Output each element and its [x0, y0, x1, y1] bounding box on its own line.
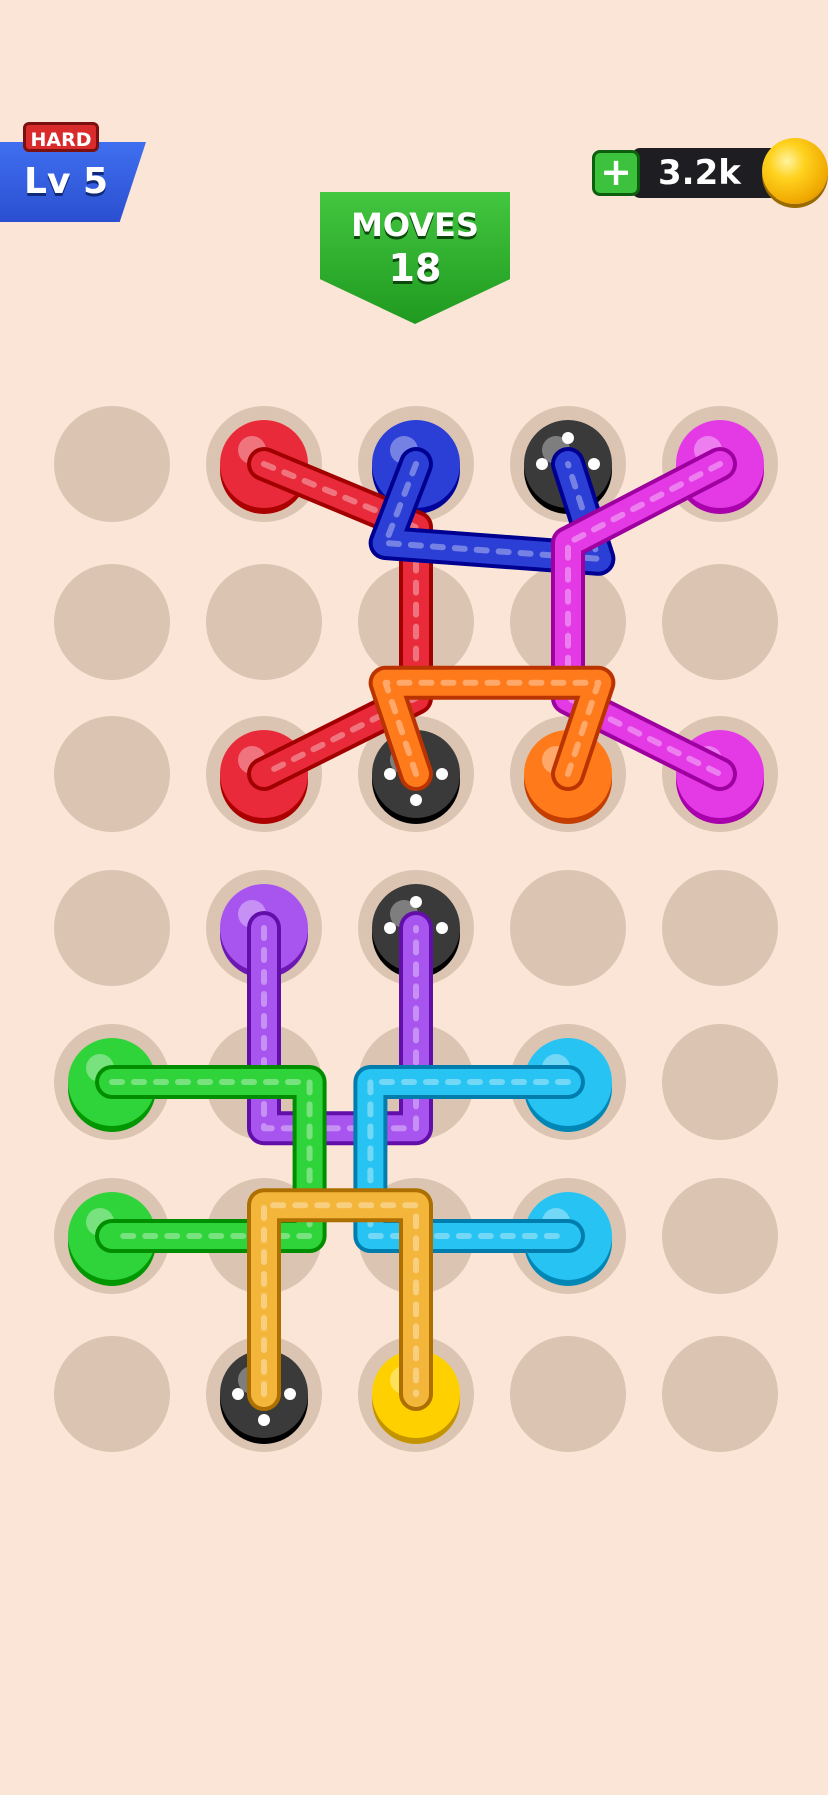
screw-dot	[436, 768, 448, 780]
board-hole[interactable]	[662, 1336, 778, 1452]
board-hole[interactable]	[54, 870, 170, 986]
board-hole[interactable]	[662, 1178, 778, 1294]
board-hole[interactable]	[662, 564, 778, 680]
game-board	[54, 406, 778, 1452]
screw-dot	[258, 1414, 270, 1426]
screw-dot	[384, 922, 396, 934]
screw-dot	[536, 458, 548, 470]
board-hole[interactable]	[662, 870, 778, 986]
difficulty-badge: HARD	[23, 122, 99, 152]
board-hole[interactable]	[510, 1336, 626, 1452]
screw-dot	[384, 768, 396, 780]
board-hole[interactable]	[54, 564, 170, 680]
board-hole[interactable]	[54, 406, 170, 522]
screw-dot	[284, 1388, 296, 1400]
screw-dot	[436, 922, 448, 934]
board-hole[interactable]	[54, 1336, 170, 1452]
screw-dot	[562, 432, 574, 444]
board-hole[interactable]	[54, 716, 170, 832]
board-hole[interactable]	[510, 870, 626, 986]
screw-dot	[232, 1388, 244, 1400]
screw-dot	[410, 896, 422, 908]
board-hole[interactable]	[206, 564, 322, 680]
board-hole[interactable]	[662, 1024, 778, 1140]
screw-dot	[410, 794, 422, 806]
screw-dot	[588, 458, 600, 470]
